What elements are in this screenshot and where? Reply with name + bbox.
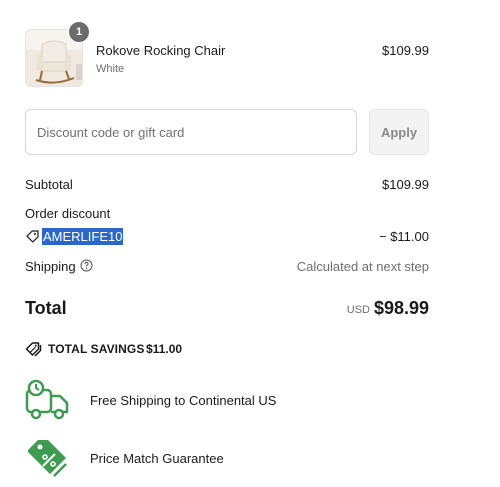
discount-code-input[interactable] xyxy=(25,109,357,155)
truck-icon xyxy=(24,376,70,422)
price-tag-icon xyxy=(24,436,70,482)
subtotal-value: $109.99 xyxy=(382,177,429,192)
discount-code-tag[interactable]: AMERLIFE10 xyxy=(42,228,124,245)
total-amount: $98.99 xyxy=(373,298,429,318)
product-price: $109.99 xyxy=(382,43,429,58)
total-savings-amount: $11.00 xyxy=(146,342,183,356)
total-currency: USD xyxy=(346,304,370,316)
shipping-value: Calculated at next step xyxy=(296,259,429,274)
tag-icon xyxy=(26,230,39,243)
total-savings-label: TOTAL SAVINGS xyxy=(48,342,145,356)
product-name: Rokove Rocking Chair xyxy=(96,43,226,58)
discount-amount: − $11.00 xyxy=(378,229,429,244)
shipping-label: Shipping xyxy=(25,259,76,274)
order-discount-label: Order discount xyxy=(25,206,111,221)
apply-discount-button[interactable]: Apply xyxy=(369,109,429,155)
perk-price-match: Price Match Guarantee xyxy=(90,451,224,466)
total-label: Total xyxy=(25,298,67,318)
product-variant: White xyxy=(96,63,125,75)
savings-tag-icon xyxy=(25,341,43,357)
perk-free-shipping: Free Shipping to Continental US xyxy=(90,393,277,408)
info-icon[interactable] xyxy=(80,259,93,272)
subtotal-label: Subtotal xyxy=(25,177,73,192)
quantity-badge: 1 xyxy=(68,21,90,43)
